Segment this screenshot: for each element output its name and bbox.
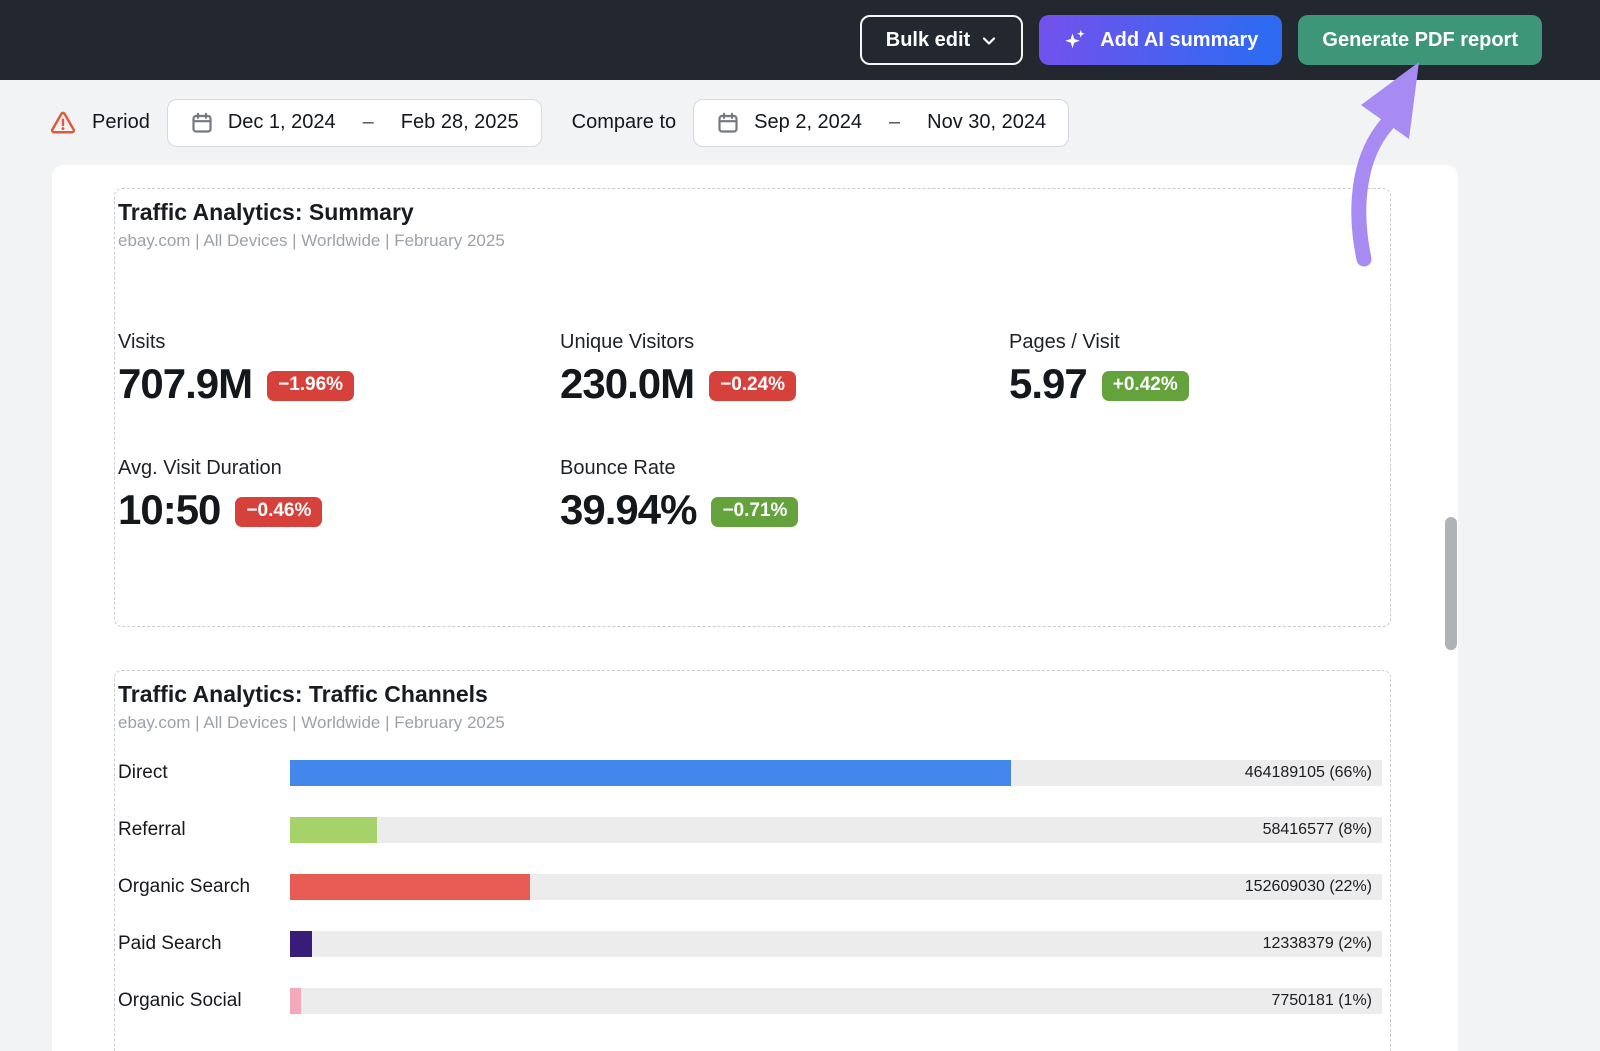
bar-value: 152609030 (22%) bbox=[1245, 874, 1372, 900]
period-start-date: Dec 1, 2024 bbox=[228, 111, 336, 134]
metric-pages-per-visit: Pages / Visit 5.97 +0.42% bbox=[1009, 331, 1382, 405]
metric-value: 5.97 bbox=[1009, 363, 1087, 405]
bar-fill bbox=[290, 988, 301, 1014]
widget-title: Traffic Analytics: Traffic Channels bbox=[118, 679, 1382, 708]
change-badge: −0.24% bbox=[709, 371, 796, 401]
bar-label: Referral bbox=[118, 819, 290, 841]
metrics-row-2: Avg. Visit Duration 10:50 −0.46% Bounce … bbox=[118, 457, 1382, 531]
warning-icon[interactable] bbox=[48, 109, 78, 137]
add-ai-summary-label: Add AI summary bbox=[1100, 29, 1258, 52]
bar-track: 12338379 (2%) bbox=[290, 931, 1382, 957]
bar-value: 7750181 (1%) bbox=[1271, 988, 1372, 1014]
bar-row-direct: Direct 464189105 (66%) bbox=[118, 760, 1382, 786]
change-badge: +0.42% bbox=[1102, 371, 1189, 401]
bar-row-organic-social: Organic Social 7750181 (1%) bbox=[118, 988, 1382, 1014]
compare-to-label: Compare to bbox=[572, 111, 677, 134]
bulk-edit-label: Bulk edit bbox=[886, 29, 970, 52]
compare-end-date: Nov 30, 2024 bbox=[927, 111, 1046, 134]
bar-value: 12338379 (2%) bbox=[1263, 931, 1372, 957]
add-ai-summary-button[interactable]: Add AI summary bbox=[1039, 15, 1282, 65]
compare-start-date: Sep 2, 2024 bbox=[754, 111, 862, 134]
chevron-down-icon bbox=[981, 33, 997, 49]
bar-fill bbox=[290, 817, 377, 843]
bar-value: 58416577 (8%) bbox=[1263, 817, 1372, 843]
period-end-date: Feb 28, 2025 bbox=[401, 111, 519, 134]
period-bar: Period Dec 1, 2024 – Feb 28, 2025 Compar… bbox=[0, 80, 1600, 165]
bar-fill bbox=[290, 874, 530, 900]
metric-value: 10:50 bbox=[118, 489, 220, 531]
bar-track: 58416577 (8%) bbox=[290, 817, 1382, 843]
bar-row-referral: Referral 58416577 (8%) bbox=[118, 817, 1382, 843]
compare-daterange-picker[interactable]: Sep 2, 2024 – Nov 30, 2024 bbox=[693, 99, 1069, 147]
range-separator: – bbox=[889, 111, 900, 134]
bar-row-paid-search: Paid Search 12338379 (2%) bbox=[118, 931, 1382, 957]
bar-label: Organic Search bbox=[118, 876, 290, 898]
generate-pdf-report-button[interactable]: Generate PDF report bbox=[1298, 15, 1542, 65]
report-builder-page: { "topbar": { "bulk_edit_label": "Bulk e… bbox=[0, 0, 1600, 1051]
bar-row-organic-search: Organic Search 152609030 (22%) bbox=[118, 874, 1382, 900]
widget-subtitle: ebay.com | All Devices | Worldwide | Feb… bbox=[118, 713, 1382, 733]
metric-value: 230.0M bbox=[560, 363, 694, 405]
generate-pdf-report-label: Generate PDF report bbox=[1322, 29, 1518, 52]
bar-track: 152609030 (22%) bbox=[290, 874, 1382, 900]
calendar-icon bbox=[716, 111, 740, 135]
metrics-row-1: Visits 707.9M −1.96% Unique Visitors 230… bbox=[118, 331, 1382, 405]
change-badge: −0.46% bbox=[235, 497, 322, 527]
metric-visits: Visits 707.9M −1.96% bbox=[118, 331, 560, 405]
metric-label: Visits bbox=[118, 331, 560, 354]
change-badge: −1.96% bbox=[267, 371, 354, 401]
bar-track: 464189105 (66%) bbox=[290, 760, 1382, 786]
bar-label: Organic Social bbox=[118, 990, 290, 1012]
widget-title: Traffic Analytics: Summary bbox=[118, 197, 1382, 226]
topbar: Bulk edit Add AI summary Generate PDF re… bbox=[0, 0, 1600, 80]
metric-label: Bounce Rate bbox=[560, 457, 1009, 480]
widget-subtitle: ebay.com | All Devices | Worldwide | Feb… bbox=[118, 231, 1382, 251]
metric-label: Pages / Visit bbox=[1009, 331, 1382, 354]
bar-fill bbox=[290, 760, 1011, 786]
bar-fill bbox=[290, 931, 312, 957]
period-label: Period bbox=[92, 111, 150, 134]
metric-label: Unique Visitors bbox=[560, 331, 1009, 354]
channel-bar-chart: Direct 464189105 (66%) Referral 58416577… bbox=[118, 760, 1382, 1014]
widget-traffic-channels[interactable]: Traffic Analytics: Traffic Channels ebay… bbox=[114, 670, 1391, 1051]
metric-label: Avg. Visit Duration bbox=[118, 457, 560, 480]
sparkles-icon bbox=[1063, 27, 1089, 53]
range-separator: – bbox=[363, 111, 374, 134]
bar-track: 7750181 (1%) bbox=[290, 988, 1382, 1014]
calendar-icon bbox=[190, 111, 214, 135]
metric-bounce-rate: Bounce Rate 39.94% −0.71% bbox=[560, 457, 1009, 531]
change-badge: −0.71% bbox=[711, 497, 798, 527]
bar-value: 464189105 (66%) bbox=[1245, 760, 1372, 786]
metric-unique-visitors: Unique Visitors 230.0M −0.24% bbox=[560, 331, 1009, 405]
vertical-scrollbar-thumb[interactable] bbox=[1445, 517, 1457, 650]
bar-label: Direct bbox=[118, 762, 290, 784]
widget-traffic-summary[interactable]: Traffic Analytics: Summary ebay.com | Al… bbox=[114, 188, 1391, 627]
metric-value: 707.9M bbox=[118, 363, 252, 405]
metric-value: 39.94% bbox=[560, 489, 696, 531]
bar-label: Paid Search bbox=[118, 933, 290, 955]
bulk-edit-button[interactable]: Bulk edit bbox=[860, 15, 1023, 65]
metric-avg-visit-duration: Avg. Visit Duration 10:50 −0.46% bbox=[118, 457, 560, 531]
period-daterange-picker[interactable]: Dec 1, 2024 – Feb 28, 2025 bbox=[167, 99, 542, 147]
